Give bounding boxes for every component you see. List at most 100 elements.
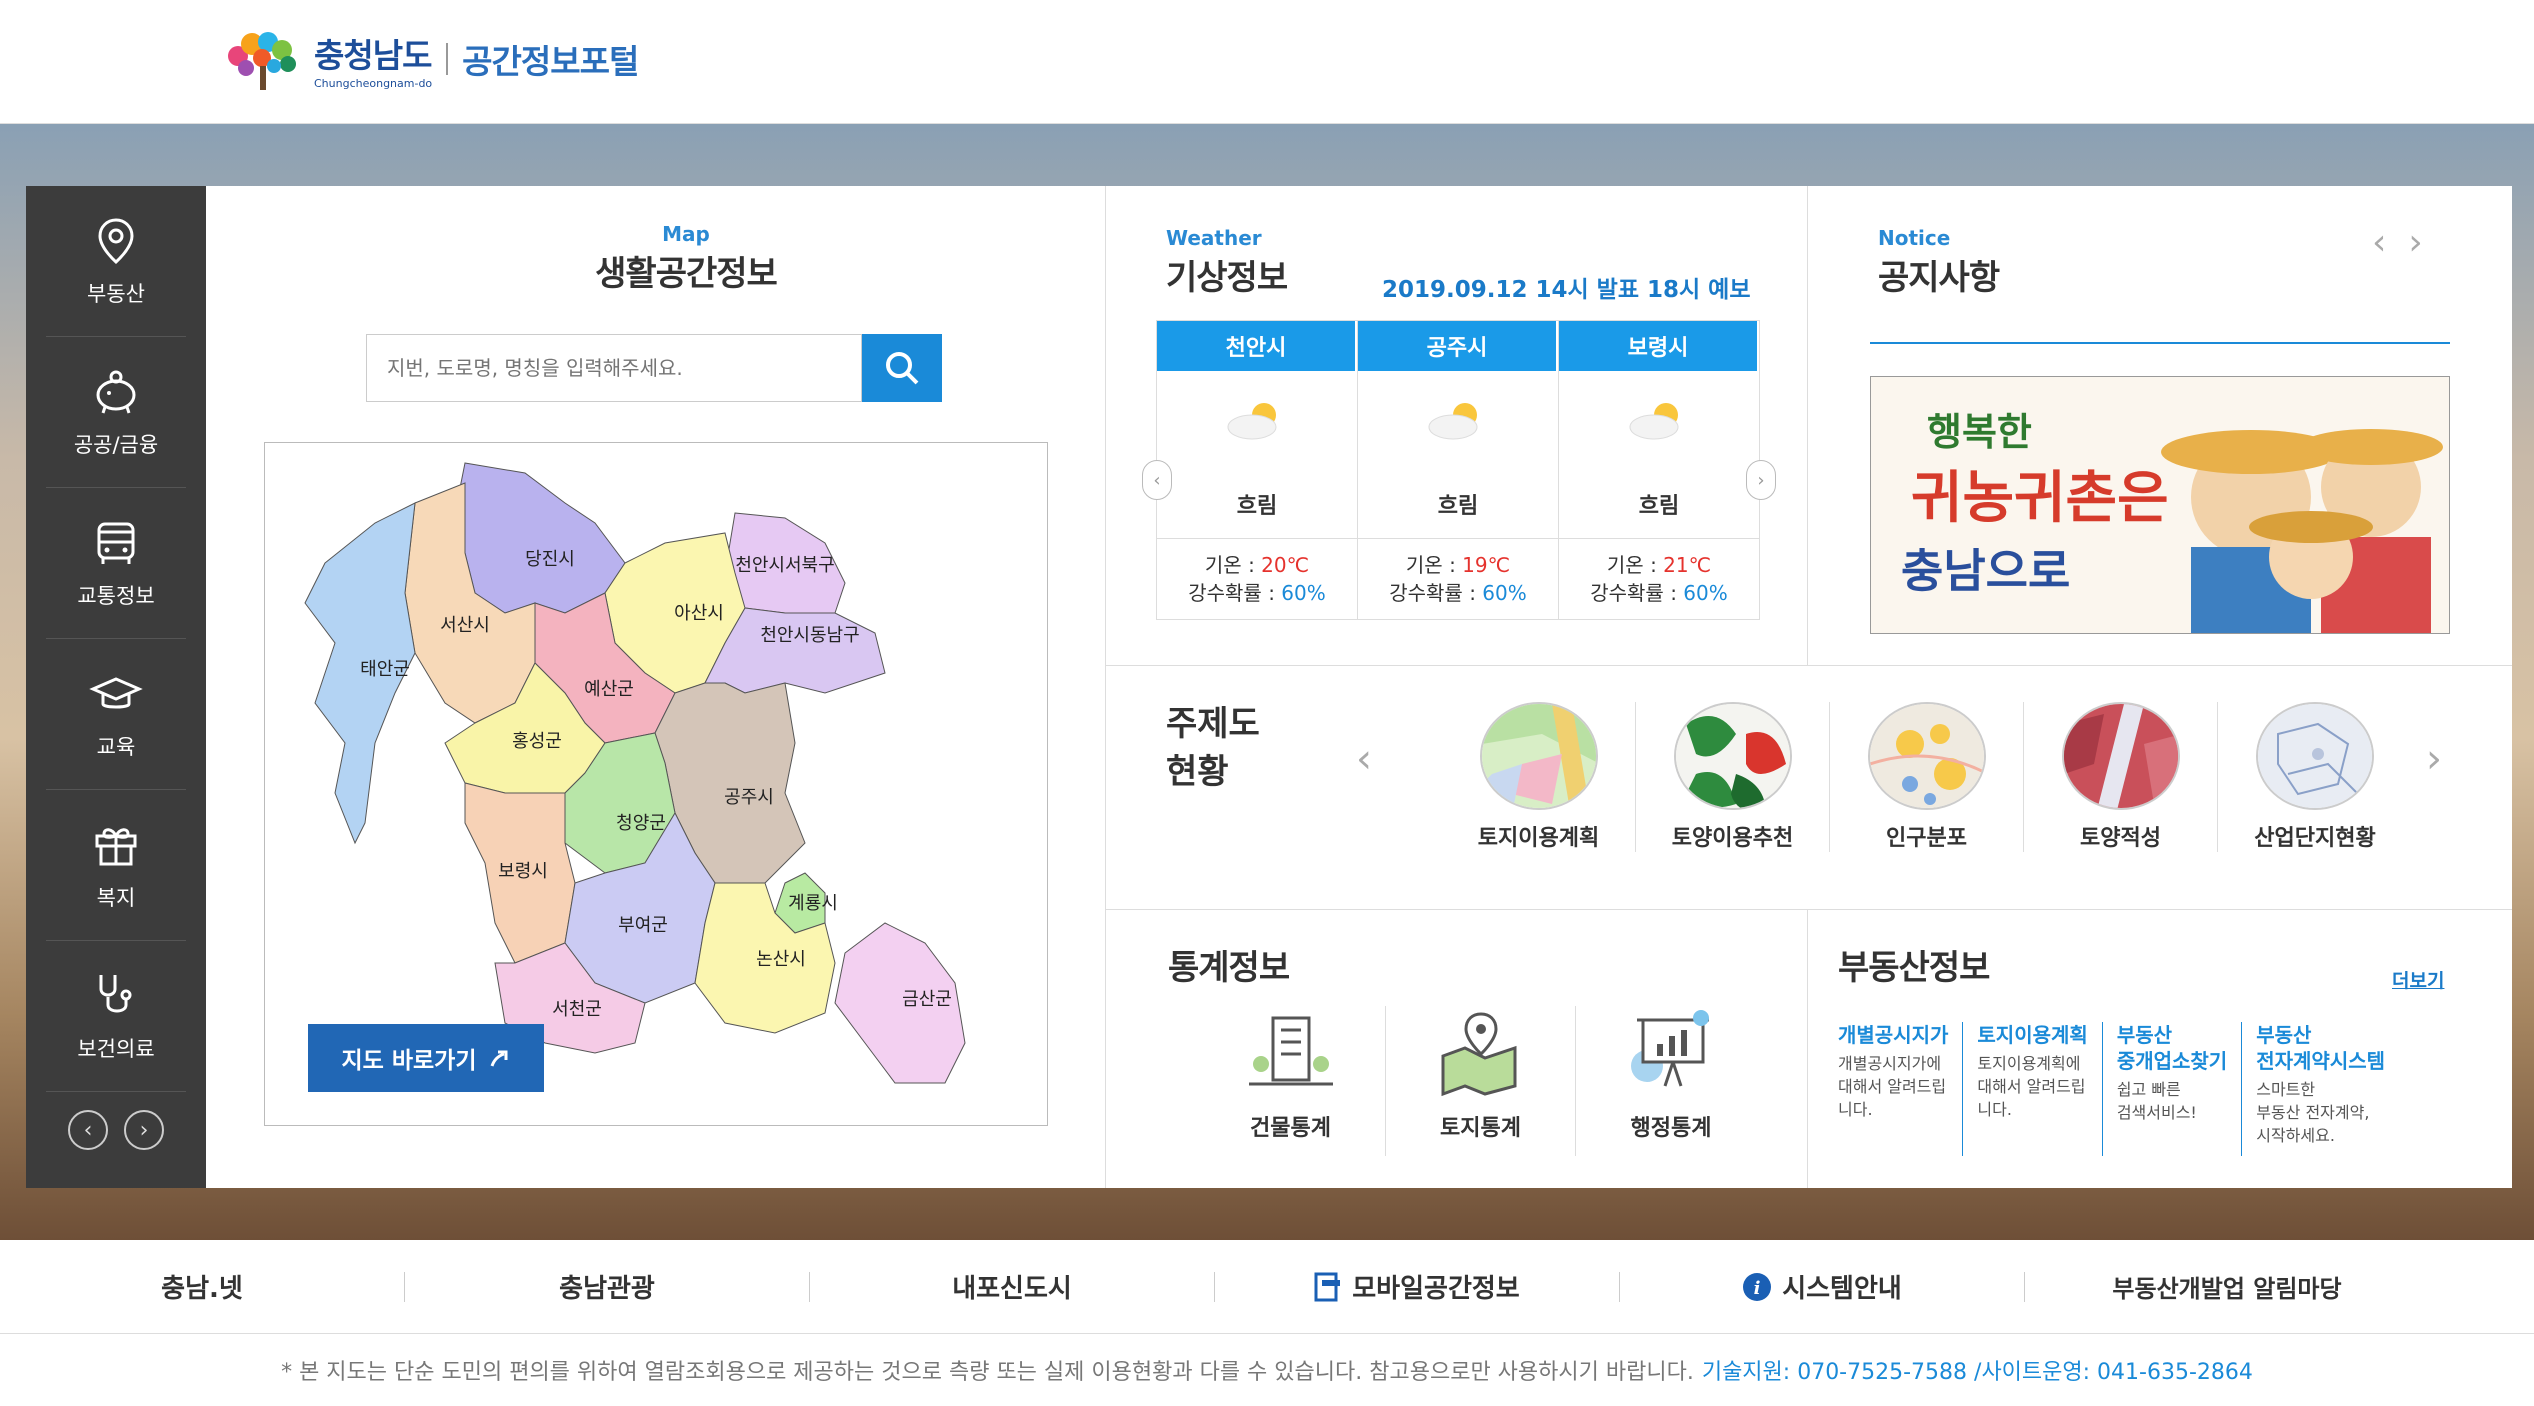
map-button-label: 지도 바로가기	[341, 1048, 477, 1074]
portal-title: 공간정보포털	[462, 42, 639, 81]
nav-label: 공공/금융	[73, 433, 159, 457]
theme-label: 토양이용추천	[1671, 826, 1794, 851]
nav-item-realestate[interactable]: 부동산	[46, 186, 186, 337]
notice-divider	[1870, 342, 2450, 344]
map-shortcut-button[interactable]: 지도 바로가기	[308, 1024, 544, 1092]
stats-item[interactable]: 행정통계	[1576, 1006, 1766, 1156]
region-label: 논산시	[756, 949, 806, 970]
region-label: 공주시	[724, 787, 774, 808]
region-label: 금산군	[902, 989, 952, 1010]
region-label: 천안시동남구	[760, 625, 859, 646]
weather-prev-button[interactable]: ‹	[1142, 460, 1172, 500]
weather-city[interactable]: 보령시	[1559, 321, 1757, 371]
link-chungnam-net[interactable]: 충남.넷	[0, 1268, 404, 1305]
link-label: 충남.넷	[161, 1274, 243, 1304]
weather-condition: 흐림	[1559, 469, 1759, 539]
region-label: 보령시	[498, 861, 548, 882]
notice-section: Notice 공지사항 ‹ › 행복한 귀농귀촌은 충남으로	[1808, 186, 2512, 666]
theme-title-line2: 현황	[1166, 752, 1229, 792]
real-estate-item[interactable]: 부동산 중개업소찾기 쉽고 빠른 검색서비스!	[2116, 1022, 2243, 1156]
theme-next-button[interactable]: ›	[2426, 736, 2442, 782]
real-estate-desc: 스마트한	[2256, 1080, 2316, 1099]
real-estate-item[interactable]: 개별공시지가 개별공시지가에 대해서 알려드립 니다.	[1838, 1022, 1964, 1156]
cloudy-sun-icon	[1629, 403, 1679, 440]
link-realestate-dev[interactable]: 부동산개발업 알림마당	[2025, 1269, 2429, 1304]
land-map-icon	[1441, 1012, 1516, 1097]
link-label: 충남관광	[559, 1274, 655, 1304]
region-label: 태안군	[360, 659, 410, 680]
theme-prev-button[interactable]: ‹	[1356, 736, 1372, 782]
svg-text:i: i	[1754, 1278, 1761, 1299]
temp-label: 기온 :	[1405, 553, 1463, 577]
info-icon: i	[1743, 1272, 1772, 1301]
nav-item-public-finance[interactable]: 공공/금융	[46, 337, 186, 488]
link-chungnam-tourism[interactable]: 충남관광	[405, 1268, 809, 1305]
logo-sub-text: Chungcheongnam-do	[314, 76, 433, 90]
industrial-complex-map-thumbnail	[2256, 702, 2374, 810]
weather-condition: 흐림	[1157, 469, 1357, 539]
notice-banner[interactable]: 행복한 귀농귀촌은 충남으로	[1870, 376, 2450, 634]
theme-label: 산업단지현황	[2254, 826, 2376, 851]
notice-next-button[interactable]: ›	[2408, 222, 2422, 263]
nav-item-education[interactable]: 교육	[46, 639, 186, 790]
notice-prev-button[interactable]: ‹	[2372, 222, 2386, 263]
temp-label: 기온 :	[1606, 553, 1664, 577]
nav-prev-button[interactable]: ‹	[68, 1110, 108, 1150]
weather-city-card: 공주시 흐림 기온 : 19℃ 강수확률 : 60%	[1358, 321, 1559, 619]
theme-item[interactable]: 토지이용계획	[1442, 702, 1636, 852]
cloudy-sun-icon	[1227, 403, 1277, 440]
nav-item-welfare[interactable]: 복지	[46, 790, 186, 941]
stats-item[interactable]: 토지통계	[1386, 1006, 1576, 1156]
region-label: 천안시서북구	[735, 555, 834, 576]
footer-links: 충남.넷 충남관광 내포신도시 모바일공간정보 i 시스템안내 부동산개발업 알…	[0, 1240, 2534, 1334]
weather-city[interactable]: 공주시	[1358, 321, 1556, 371]
link-naepo-city[interactable]: 내포신도시	[810, 1268, 1214, 1305]
weather-next-button[interactable]: ›	[1746, 460, 1776, 500]
real-estate-desc: 토지이용계획에	[1977, 1054, 2081, 1073]
theme-item[interactable]: 토양적성	[2024, 702, 2218, 852]
more-link[interactable]: 더보기	[2392, 966, 2444, 993]
theme-item[interactable]: 인구분포	[1830, 702, 2024, 852]
theme-item[interactable]: 산업단지현황	[2218, 702, 2412, 852]
banner-line3: 충남으로	[1901, 544, 2070, 598]
search-input[interactable]	[366, 334, 862, 402]
real-estate-name: 부동산	[2116, 1023, 2173, 1047]
weather-section: Weather 기상정보 2019.09.12 14시 발표 18시 예보 천안…	[1106, 186, 1808, 666]
theme-item[interactable]: 토양이용추천	[1636, 702, 1830, 852]
link-mobile-spatial[interactable]: 모바일공간정보	[1215, 1268, 1619, 1305]
nav-label: 보건의료	[77, 1037, 155, 1061]
rain-label: 강수확률 :	[1590, 581, 1684, 605]
cloudy-sun-icon	[1428, 403, 1478, 440]
link-system-guide[interactable]: i 시스템안내	[1620, 1268, 2024, 1305]
soil-suitability-map-thumbnail	[2061, 702, 2180, 810]
real-estate-item[interactable]: 토지이용계획 토지이용계획에 대해서 알려드립 니다.	[1977, 1022, 2103, 1156]
rain-probability: 60%	[1683, 581, 1728, 605]
region-label: 계룡시	[788, 893, 838, 914]
disclaimer-text: * 본 지도는 단순 도민의 편의를 위하여 열람조회용으로 제공하는 것으로 …	[281, 1360, 1694, 1385]
region-dangjin[interactable]	[454, 462, 626, 614]
weather-city[interactable]: 천안시	[1157, 321, 1355, 371]
map-section: Map 생활공간정보 지번, 도로명, 명칭을 입력해주세요. 당진시 천안시서…	[206, 186, 1106, 1188]
nav-item-health[interactable]: 보건의료	[46, 941, 186, 1092]
population-map-thumbnail	[1867, 702, 1986, 810]
theme-label: 토지이용계획	[1477, 826, 1600, 851]
theme-label: 토양적성	[2080, 826, 2161, 851]
weather-en-label: Weather	[1166, 226, 1262, 250]
search-button[interactable]	[862, 334, 942, 402]
stats-item[interactable]: 건물통계	[1196, 1006, 1386, 1156]
real-estate-desc: 대해서 알려드립	[1838, 1077, 1947, 1096]
stats-label: 행정통계	[1630, 1116, 1712, 1141]
weather-date: 2019.09.12 14시 발표 18시 예보	[1382, 277, 1751, 303]
region-label: 예산군	[584, 679, 634, 700]
weather-condition: 흐림	[1358, 469, 1558, 539]
real-estate-desc: 개별공시지가에	[1838, 1054, 1942, 1073]
nav-label: 교육	[96, 735, 136, 759]
nav-item-traffic[interactable]: 교통정보	[46, 488, 186, 639]
real-estate-desc: 니다.	[1838, 1100, 1873, 1119]
piggy-bank-icon	[96, 370, 136, 414]
gift-icon	[95, 828, 137, 866]
real-estate-item[interactable]: 부동산 전자계약시스템 스마트한 부동산 전자계약, 시작하세요.	[2256, 1022, 2399, 1156]
nav-next-button[interactable]: ›	[124, 1110, 164, 1150]
presentation-chart-icon	[1631, 1010, 1709, 1087]
site-logo[interactable]: 충청남도 Chungcheongnam-do 공간정보포털	[218, 26, 639, 92]
